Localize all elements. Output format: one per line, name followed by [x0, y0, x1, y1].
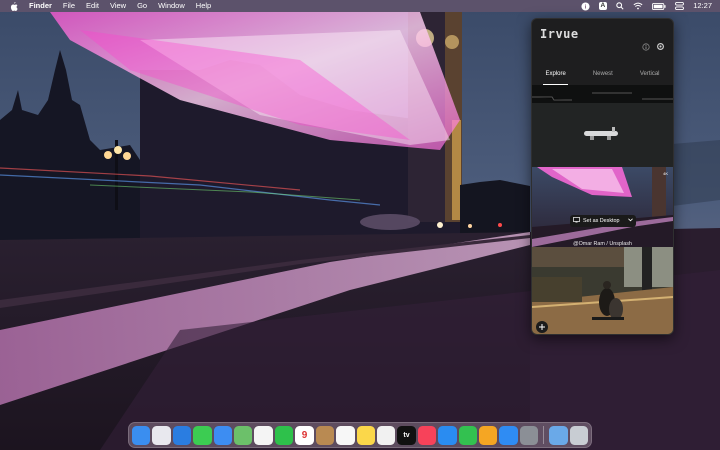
safari-icon[interactable]: [172, 425, 192, 445]
menu-view[interactable]: View: [110, 0, 126, 12]
chevron-down-icon[interactable]: [628, 218, 633, 224]
music-icon[interactable]: [417, 425, 437, 445]
set-as-desktop-button[interactable]: Set as Desktop: [570, 215, 636, 227]
apple-tv-icon[interactable]: tv: [397, 425, 416, 445]
info-icon[interactable]: [642, 38, 650, 56]
dock: 9 tv: [128, 422, 592, 448]
pages-icon[interactable]: [478, 425, 498, 445]
irvue-popover: Irvue Explore Newest Vertical 4K Set as …: [531, 18, 674, 335]
maps-icon[interactable]: [234, 425, 253, 445]
keynote-icon[interactable]: [438, 425, 457, 445]
menu-go[interactable]: Go: [137, 0, 147, 12]
mail-icon[interactable]: [213, 425, 233, 445]
apple-menu-icon[interactable]: [10, 1, 20, 11]
wifi-icon[interactable]: [633, 2, 643, 10]
downloads-folder-icon[interactable]: [549, 425, 568, 445]
numbers-icon[interactable]: [458, 425, 477, 445]
menu-window[interactable]: Window: [158, 0, 185, 12]
menu-edit[interactable]: Edit: [86, 0, 99, 12]
calendar-icon-text: 9: [301, 429, 308, 441]
battery-icon[interactable]: [652, 2, 666, 10]
photos-icon[interactable]: [254, 425, 273, 445]
messages-icon[interactable]: [193, 425, 212, 445]
gear-icon[interactable]: [656, 38, 665, 56]
system-settings-icon[interactable]: [519, 425, 539, 445]
menubar-clock[interactable]: 12:27: [693, 0, 712, 12]
trash-icon[interactable]: [569, 425, 588, 445]
corner-icon: 4K: [663, 171, 668, 176]
tab-bar: Explore Newest Vertical: [532, 71, 673, 85]
tab-explore[interactable]: Explore: [543, 71, 569, 85]
contacts-icon[interactable]: [315, 425, 335, 445]
menu-help[interactable]: Help: [196, 0, 211, 12]
app-logo: Irvue: [540, 27, 579, 41]
finder-icon[interactable]: [132, 425, 151, 445]
reminders-icon[interactable]: [336, 425, 355, 445]
calendar-icon[interactable]: 9: [295, 425, 314, 445]
wallpaper-thumbnail[interactable]: [532, 247, 673, 334]
wallpaper-thumbnail-selected[interactable]: 4K: [532, 167, 673, 247]
tab-vertical[interactable]: Vertical: [640, 71, 660, 83]
freeform-icon[interactable]: [376, 425, 396, 445]
set-as-desktop-label: Set as Desktop: [583, 218, 620, 224]
monitor-icon: [573, 217, 580, 225]
search-icon[interactable]: [616, 2, 624, 10]
launchpad-icon[interactable]: [152, 425, 171, 445]
facetime-icon[interactable]: [274, 425, 294, 445]
menu-file[interactable]: File: [63, 0, 75, 12]
dock-separator: [543, 426, 545, 444]
control-center-icon[interactable]: [675, 2, 685, 10]
menu-bar: Finder File Edit View Go Window Help i A…: [0, 0, 720, 12]
menu-app-name[interactable]: Finder: [29, 0, 52, 12]
notes-icon[interactable]: [356, 425, 375, 445]
tab-newest[interactable]: Newest: [593, 71, 613, 83]
input-source-icon[interactable]: A: [598, 2, 608, 10]
wallpaper-thumbnail[interactable]: [532, 85, 673, 167]
app-store-icon[interactable]: [499, 425, 518, 445]
apple-tv-icon-text: tv: [403, 431, 410, 439]
irvue-status-icon[interactable]: i: [580, 1, 590, 11]
